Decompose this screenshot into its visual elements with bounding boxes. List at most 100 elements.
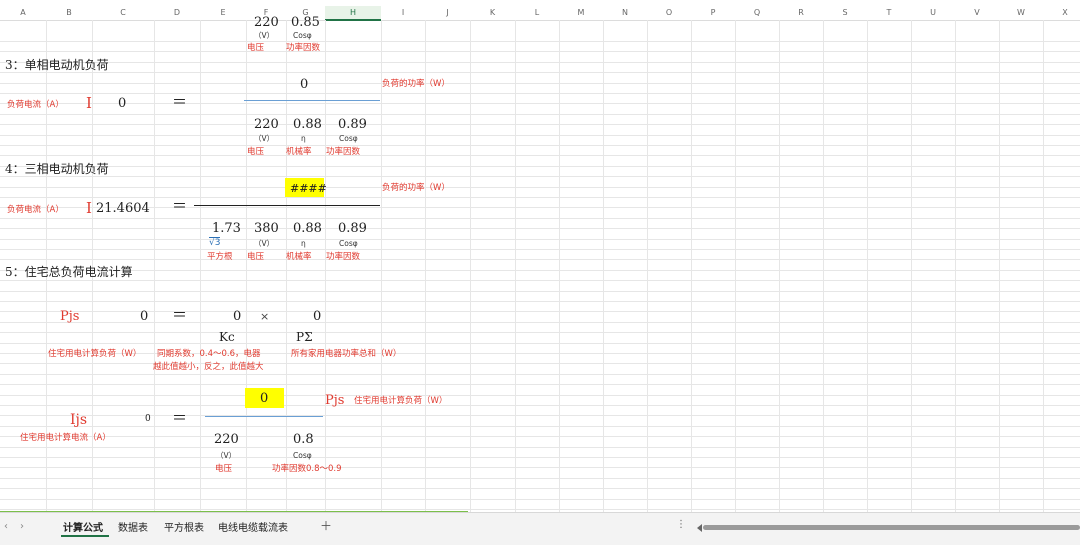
s4-power-value[interactable]: #### <box>290 183 327 194</box>
active-tab-underline <box>61 535 109 537</box>
more-options-icon[interactable]: ⋮ <box>676 519 686 530</box>
tab-square-root-table[interactable]: 平方根表 <box>164 519 204 534</box>
row-gridline <box>0 332 1080 333</box>
s5-equals-2: ＝ <box>172 409 188 427</box>
s3-eff-label: 机械率 <box>286 147 312 157</box>
row-gridline <box>0 249 1080 250</box>
section-5-title[interactable]: 5：住宅总负荷电流计算 <box>5 266 133 278</box>
s5-voltage-label: 电压 <box>215 464 233 474</box>
s5-voltage-value[interactable]: 220 <box>214 433 239 446</box>
section-4-title[interactable]: 4：三相电动机负荷 <box>5 163 109 175</box>
top-pf-label: 功率因数 <box>286 43 321 53</box>
column-header-l[interactable]: L <box>515 6 559 20</box>
top-unit-v: （V） <box>254 31 275 40</box>
column-header-k[interactable]: K <box>470 6 515 20</box>
s5-psum-label: PΣ <box>296 330 313 344</box>
column-header-o[interactable]: O <box>647 6 691 20</box>
s3-eta-value[interactable]: 0.88 <box>293 118 322 131</box>
column-header-p[interactable]: P <box>691 6 735 20</box>
horizontal-scrollbar-thumb[interactable] <box>703 525 1080 530</box>
s4-cos-value[interactable]: 0.89 <box>338 222 367 235</box>
column-header-r[interactable]: R <box>779 6 823 20</box>
column-header-j[interactable]: J <box>425 6 470 20</box>
column-header-h[interactable]: H <box>325 6 381 21</box>
s5-kc-label: Kc <box>219 330 235 344</box>
s5-psum-desc: 所有家用电器功率总和（W） <box>291 349 402 359</box>
s4-eta-value[interactable]: 0.88 <box>293 222 322 235</box>
s4-sqrt-value[interactable]: 1.73 <box>212 222 241 235</box>
column-header-d[interactable]: D <box>154 6 200 20</box>
top-voltage-value[interactable]: 220 <box>254 16 279 29</box>
row-gridline <box>0 415 1080 416</box>
top-cos-value[interactable]: 0.85 <box>291 16 320 29</box>
row-gridline <box>0 280 1080 281</box>
row-gridline <box>0 155 1080 156</box>
s3-current-value[interactable]: 0 <box>118 97 126 110</box>
column-header-c[interactable]: C <box>92 6 154 20</box>
column-header-m[interactable]: M <box>559 6 603 20</box>
row-gridline <box>0 166 1080 167</box>
column-header-b[interactable]: B <box>46 6 92 20</box>
s5-equals: ＝ <box>172 306 188 324</box>
row-gridline <box>0 103 1080 104</box>
tab-cable-ampacity-table[interactable]: 电线电缆载流表 <box>218 519 288 534</box>
row-gridline <box>0 176 1080 177</box>
s4-sqrt-symbol: √3 <box>209 237 221 248</box>
s4-sqrt-label: 平方根 <box>207 252 233 262</box>
row-gridline <box>0 343 1080 344</box>
column-header-v[interactable]: V <box>955 6 999 20</box>
row-gridline <box>0 197 1080 198</box>
s3-voltage-value[interactable]: 220 <box>254 118 279 131</box>
row-gridline <box>0 509 1080 510</box>
column-header-n[interactable]: N <box>603 6 647 20</box>
row-gridline <box>0 187 1080 188</box>
row-gridline <box>0 114 1080 115</box>
scroll-left-arrow-icon[interactable] <box>692 524 702 532</box>
column-header-u[interactable]: U <box>911 6 955 20</box>
s4-current-value[interactable]: 21.4604 <box>96 202 150 215</box>
s5-times: × <box>260 310 270 323</box>
s4-voltage-value[interactable]: 380 <box>254 222 279 235</box>
s5-numerator-value[interactable]: 0 <box>260 392 268 405</box>
s3-power-value[interactable]: 0 <box>300 78 308 91</box>
row-gridline <box>0 322 1080 323</box>
s5-pf-label: 功率因数0.8～0.9 <box>272 464 342 474</box>
s3-cos-value[interactable]: 0.89 <box>338 118 367 131</box>
section-3-title[interactable]: 3：单相电动机负荷 <box>5 59 109 71</box>
s4-symbol-i: I <box>86 199 92 217</box>
column-header-s[interactable]: S <box>823 6 867 20</box>
row-gridline <box>0 384 1080 385</box>
s5-cos-value[interactable]: 0.8 <box>293 433 314 446</box>
row-gridline <box>0 499 1080 500</box>
s4-power-note: 负荷的功率（W） <box>382 183 450 193</box>
s5-psum-value[interactable]: 0 <box>313 310 321 323</box>
s3-current-label: 负荷电流（A） <box>7 100 64 110</box>
s4-cos-label: Cosφ <box>339 239 358 248</box>
row-gridline <box>0 436 1080 437</box>
s5-ijs-value[interactable]: 0 <box>145 415 151 424</box>
s5-fraction-bar <box>205 416 323 417</box>
column-header-x[interactable]: X <box>1043 6 1080 20</box>
row-gridline <box>0 124 1080 125</box>
s5-kc-value[interactable]: 0 <box>233 310 241 323</box>
s4-equals: ＝ <box>172 197 188 215</box>
row-gridline <box>0 467 1080 468</box>
s5-pjs-value[interactable]: 0 <box>140 310 148 323</box>
tab-formulas[interactable]: 计算公式 <box>63 519 103 534</box>
column-header-e[interactable]: E <box>200 6 246 20</box>
spreadsheet-grid[interactable]: ABCDEFGHIJKLMNOPQRSTUVWX 220 0.85 （V） Co… <box>0 0 1080 544</box>
tab-data-table[interactable]: 数据表 <box>118 519 148 534</box>
add-sheet-button[interactable]: ＋ <box>320 517 332 534</box>
tab-prev-button[interactable]: ‹ <box>4 521 8 532</box>
s4-voltage-label: 电压 <box>247 252 265 262</box>
s3-unit-v: （V） <box>254 134 275 143</box>
s4-fraction-bar <box>194 205 380 206</box>
tab-next-button[interactable]: › <box>20 521 24 532</box>
column-header-a[interactable]: A <box>0 6 46 20</box>
column-header-w[interactable]: W <box>999 6 1043 20</box>
column-header-t[interactable]: T <box>867 6 911 20</box>
row-gridline <box>0 62 1080 63</box>
column-header-q[interactable]: Q <box>735 6 779 20</box>
column-header-i[interactable]: I <box>381 6 425 20</box>
s5-unit-v: （V） <box>216 451 237 460</box>
